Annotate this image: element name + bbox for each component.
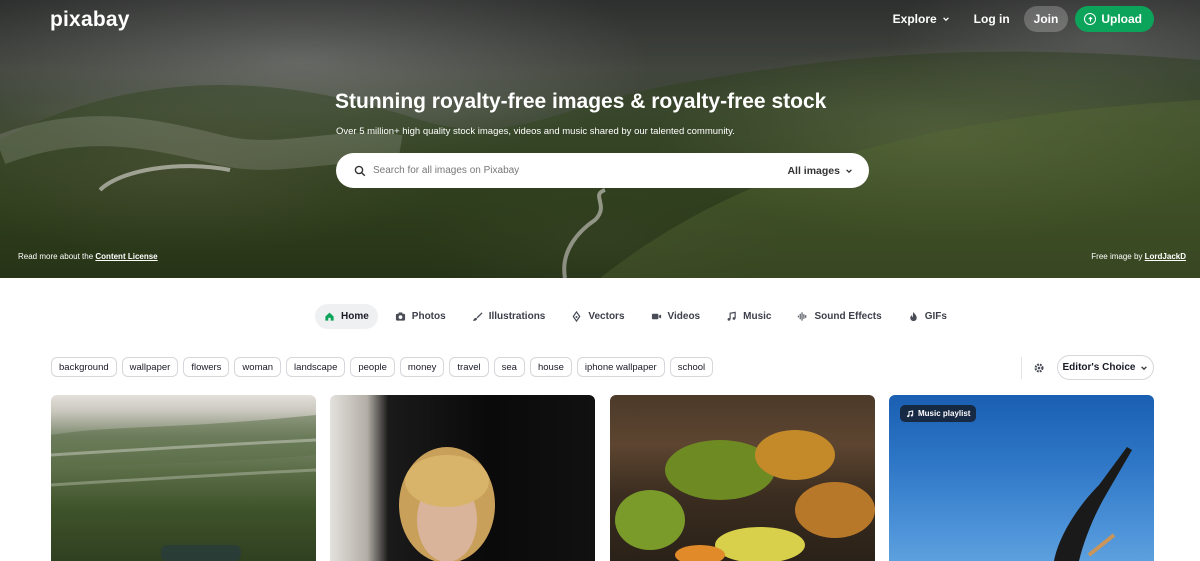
- tag-chip[interactable]: sea: [493, 357, 525, 377]
- tab-illustrations[interactable]: Illustrations: [463, 304, 555, 329]
- search-type-dropdown[interactable]: All images: [787, 165, 853, 177]
- home-icon: [325, 312, 334, 321]
- portrait-photo: [399, 447, 495, 561]
- search-bar: All images: [336, 153, 869, 188]
- tab-home[interactable]: Home: [315, 304, 378, 329]
- tag-chip[interactable]: flowers: [183, 357, 230, 377]
- sort-label: Editor's Choice: [1062, 362, 1136, 373]
- tab-label: Videos: [667, 311, 701, 322]
- content-license-link[interactable]: Content License: [95, 252, 157, 261]
- landscape-photo: [51, 415, 316, 561]
- tab-gifs[interactable]: GIFs: [899, 304, 956, 329]
- video-icon: [651, 313, 661, 320]
- chevron-down-icon: [942, 17, 949, 22]
- tag-chip[interactable]: school: [669, 357, 714, 377]
- tag-chip[interactable]: house: [529, 357, 572, 377]
- popular-tags: background wallpaper flowers woman lands…: [51, 357, 714, 377]
- tab-label: GIFs: [924, 311, 947, 322]
- tag-chip[interactable]: money: [399, 357, 445, 377]
- explore-menu-button[interactable]: Explore: [893, 6, 950, 32]
- media-type-tabs: Home Photos Illustrations Vectors Videos…: [315, 304, 964, 329]
- toolbar-divider: [1021, 357, 1022, 379]
- music-note-icon: [907, 409, 914, 417]
- chevron-down-icon: [846, 168, 852, 173]
- tag-chip[interactable]: woman: [234, 357, 282, 377]
- tab-label: Vectors: [588, 311, 625, 322]
- waveform-icon: [798, 312, 807, 321]
- flame-icon: [909, 311, 917, 322]
- tag-chip[interactable]: iphone wallpaper: [576, 357, 665, 377]
- hero-subtitle: Over 5 million+ high quality stock image…: [336, 126, 735, 137]
- gear-icon[interactable]: [1033, 362, 1045, 374]
- upload-label: Upload: [1101, 12, 1142, 26]
- tag-chip[interactable]: travel: [449, 357, 489, 377]
- explore-label: Explore: [892, 12, 937, 26]
- tab-photos[interactable]: Photos: [386, 304, 455, 329]
- tab-label: Photos: [411, 311, 446, 322]
- tab-music[interactable]: Music: [717, 304, 780, 329]
- search-input[interactable]: [373, 165, 753, 176]
- hero-banner: pixabay Explore Log in Join Upload Stunn…: [0, 0, 1200, 278]
- search-type-label: All images: [787, 164, 840, 177]
- tab-videos[interactable]: Videos: [642, 304, 710, 329]
- camera-icon: [395, 312, 405, 321]
- content-license-note: Read more about the Content License: [18, 252, 158, 261]
- credit-prefix: Free image by: [1091, 252, 1145, 261]
- upload-icon: [1084, 13, 1097, 25]
- license-prefix: Read more about the: [18, 252, 96, 261]
- chevron-down-icon: [1141, 365, 1148, 370]
- tab-label: Home: [341, 311, 369, 322]
- pixabay-logo[interactable]: pixabay: [50, 8, 130, 32]
- tag-chip[interactable]: landscape: [286, 357, 346, 377]
- tag-chip[interactable]: wallpaper: [121, 357, 179, 377]
- tab-vectors[interactable]: Vectors: [562, 304, 633, 329]
- sort-dropdown[interactable]: Editor's Choice: [1057, 355, 1154, 380]
- top-navigation: Explore Log in Join Upload: [893, 6, 1154, 32]
- image-credit: Free image by LordJackD: [1091, 252, 1186, 261]
- music-note-icon: [727, 311, 736, 321]
- tag-chip[interactable]: background: [51, 357, 117, 377]
- gallery-image-card[interactable]: [51, 395, 316, 561]
- join-button[interactable]: Join: [1023, 6, 1069, 32]
- login-link[interactable]: Log in: [974, 6, 1010, 32]
- tag-chip[interactable]: people: [350, 357, 395, 377]
- upload-button[interactable]: Upload: [1075, 6, 1154, 32]
- tab-sound-effects[interactable]: Sound Effects: [788, 304, 890, 329]
- pen-nib-icon: [572, 311, 581, 322]
- gallery-image-card[interactable]: Music playlist: [889, 395, 1154, 561]
- brush-icon: [472, 312, 483, 321]
- search-icon[interactable]: [354, 165, 366, 177]
- gallery-image-card[interactable]: [610, 395, 875, 561]
- music-playlist-badge[interactable]: Music playlist: [900, 405, 977, 422]
- fruit-market-photo: [615, 430, 875, 561]
- hero-title: Stunning royalty-free images & royalty-f…: [335, 90, 827, 113]
- tab-label: Illustrations: [488, 311, 546, 322]
- playlist-label: Music playlist: [918, 409, 971, 418]
- credit-author-link[interactable]: LordJackD: [1145, 252, 1186, 261]
- tab-label: Sound Effects: [814, 311, 882, 322]
- gallery-image-card[interactable]: [330, 395, 595, 561]
- tab-label: Music: [743, 311, 772, 322]
